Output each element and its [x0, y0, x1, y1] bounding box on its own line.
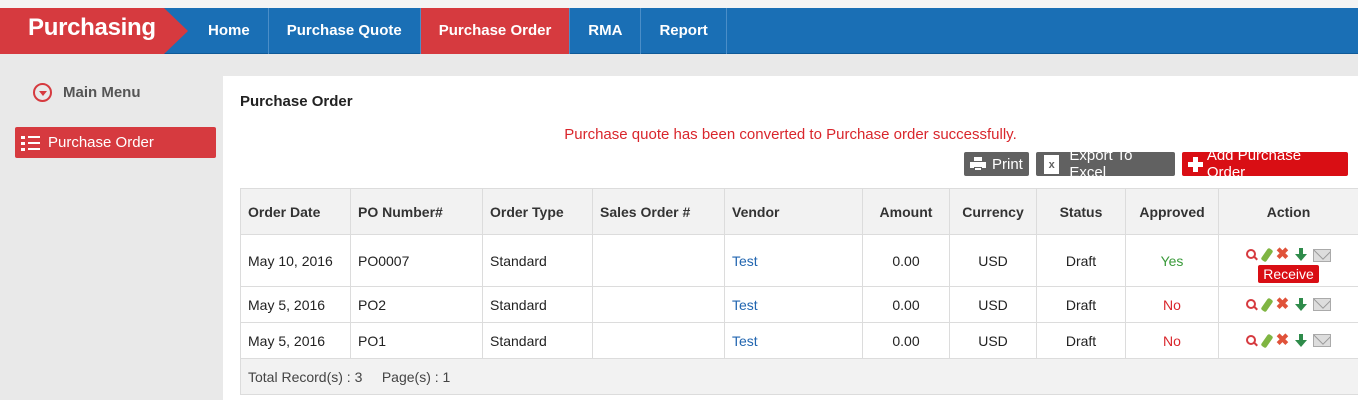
- top-strip: [0, 0, 1358, 8]
- amount: 0.00: [862, 322, 950, 359]
- app-title: Purchasing: [28, 14, 156, 41]
- plus-icon: [1188, 156, 1203, 172]
- list-icon: [21, 135, 41, 151]
- caret-circle-icon: [33, 83, 52, 102]
- nav-purchase-order[interactable]: Purchase Order: [420, 8, 571, 54]
- download-icon[interactable]: [1295, 333, 1308, 348]
- col-sales-order[interactable]: Sales Order #: [592, 188, 725, 235]
- sidebar: Main Menu Purchase Order: [0, 55, 222, 400]
- delete-icon[interactable]: ✖: [1276, 296, 1289, 312]
- add-purchase-order-button[interactable]: Add Purchase Order: [1182, 147, 1348, 181]
- currency: USD: [949, 286, 1037, 323]
- po-number: PO1: [350, 322, 483, 359]
- print-label: Print: [992, 155, 1023, 173]
- table-row: May 10, 2016 PO0007 Standard Test 0.00 U…: [240, 234, 1358, 287]
- approved: No: [1125, 322, 1219, 359]
- sidebar-item-purchase-order[interactable]: Purchase Order: [15, 127, 216, 158]
- vendor-link[interactable]: Test: [724, 286, 863, 323]
- col-action: Action: [1218, 188, 1358, 235]
- order-date: May 10, 2016: [240, 234, 351, 287]
- sales-order: [592, 286, 725, 323]
- col-order-date[interactable]: Order Date: [240, 188, 351, 235]
- currency: USD: [949, 234, 1037, 287]
- print-button[interactable]: Print: [964, 152, 1029, 176]
- pages-label: Page(s) :: [381, 368, 439, 385]
- action-cell: ✖: [1218, 286, 1358, 323]
- sidebar-item-label: Purchase Order: [48, 134, 154, 151]
- col-order-type[interactable]: Order Type: [482, 188, 593, 235]
- nav-home[interactable]: Home: [190, 8, 269, 54]
- search-icon[interactable]: [1245, 298, 1258, 311]
- nav-report[interactable]: Report: [641, 8, 727, 54]
- main-nav: Home Purchase Quote Purchase Order RMA R…: [190, 8, 727, 54]
- edit-icon[interactable]: [1260, 297, 1274, 312]
- app-brand: Purchasing: [0, 8, 190, 54]
- table-header-row: Order Date PO Number# Order Type Sales O…: [240, 188, 1358, 235]
- main-menu-label: Main Menu: [63, 84, 141, 101]
- edit-icon[interactable]: [1260, 333, 1274, 348]
- search-icon[interactable]: [1245, 334, 1258, 347]
- export-label: Export To Excel: [1069, 147, 1133, 181]
- action-cell: ✖: [1218, 322, 1358, 359]
- excel-icon: x: [1044, 154, 1060, 174]
- order-type: Standard: [482, 234, 593, 287]
- printer-icon: [970, 157, 986, 171]
- pages-count: 1: [442, 368, 451, 385]
- brand-arrow: [164, 8, 188, 54]
- delete-icon[interactable]: ✖: [1276, 247, 1289, 263]
- table-row: May 5, 2016 PO2 Standard Test 0.00 USD D…: [240, 286, 1358, 323]
- main-menu-toggle[interactable]: Main Menu: [33, 83, 141, 102]
- vendor-link[interactable]: Test: [724, 234, 863, 287]
- status: Draft: [1036, 322, 1126, 359]
- col-status[interactable]: Status: [1036, 188, 1126, 235]
- amount: 0.00: [862, 234, 950, 287]
- download-icon[interactable]: [1295, 248, 1308, 262]
- export-excel-button[interactable]: x Export To Excel: [1036, 147, 1175, 181]
- sales-order: [592, 234, 725, 287]
- vendor-link[interactable]: Test: [724, 322, 863, 359]
- po-number: PO2: [350, 286, 483, 323]
- nav-rma[interactable]: RMA: [570, 8, 642, 54]
- table-footer: Total Record(s) : 3 Page(s) : 1: [240, 358, 1358, 395]
- page-title: Purchase Order: [240, 93, 353, 110]
- order-date: May 5, 2016: [240, 286, 351, 323]
- records-count: 3: [354, 368, 363, 385]
- sales-order: [592, 322, 725, 359]
- col-vendor[interactable]: Vendor: [724, 188, 863, 235]
- nav-purchase-quote[interactable]: Purchase Quote: [269, 8, 421, 54]
- col-po-number[interactable]: PO Number#: [350, 188, 483, 235]
- main-content: Purchase Order Purchase quote has been c…: [223, 76, 1358, 400]
- currency: USD: [949, 322, 1037, 359]
- search-icon[interactable]: [1245, 249, 1258, 261]
- col-amount[interactable]: Amount: [862, 188, 950, 235]
- table-row: May 5, 2016 PO1 Standard Test 0.00 USD D…: [240, 322, 1358, 359]
- purchase-order-table: Order Date PO Number# Order Type Sales O…: [240, 188, 1358, 395]
- order-date: May 5, 2016: [240, 322, 351, 359]
- po-number: PO0007: [350, 234, 483, 287]
- approved: Yes: [1125, 234, 1219, 287]
- col-currency[interactable]: Currency: [949, 188, 1037, 235]
- action-cell: ✖ Receive: [1218, 234, 1358, 287]
- mail-icon[interactable]: [1313, 298, 1332, 311]
- receive-tooltip: Receive: [1258, 265, 1319, 283]
- order-type: Standard: [482, 322, 593, 359]
- records-label: Total Record(s) :: [248, 368, 351, 385]
- amount: 0.00: [862, 286, 950, 323]
- col-approved[interactable]: Approved: [1125, 188, 1219, 235]
- order-type: Standard: [482, 286, 593, 323]
- status: Draft: [1036, 234, 1126, 287]
- delete-icon[interactable]: ✖: [1276, 332, 1289, 348]
- add-label: Add Purchase Order: [1206, 147, 1302, 181]
- status: Draft: [1036, 286, 1126, 323]
- mail-icon[interactable]: [1313, 334, 1332, 347]
- mail-icon[interactable]: [1313, 248, 1332, 262]
- download-icon[interactable]: [1295, 297, 1308, 312]
- success-message: Purchase quote has been converted to Pur…: [564, 126, 1017, 143]
- approved: No: [1125, 286, 1219, 323]
- footer-cell: Total Record(s) : 3 Page(s) : 1: [240, 358, 1358, 395]
- edit-icon[interactable]: [1260, 247, 1274, 263]
